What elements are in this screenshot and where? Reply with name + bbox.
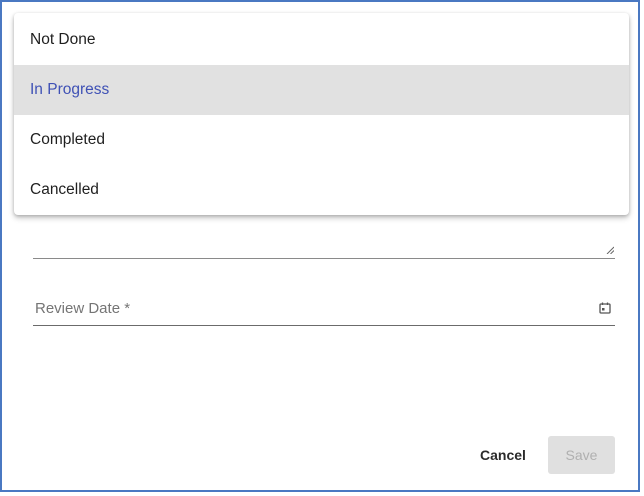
notes-textarea[interactable] [33, 226, 615, 259]
status-dropdown-menu: Not Done In Progress Completed Cancelled [14, 13, 629, 215]
resize-handle-icon[interactable] [606, 246, 614, 254]
menu-item-in-progress[interactable]: In Progress [14, 65, 629, 115]
save-button[interactable]: Save [548, 436, 615, 474]
menu-item-cancelled[interactable]: Cancelled [14, 165, 629, 215]
review-date-label: Review Date * [35, 300, 131, 317]
menu-item-not-done[interactable]: Not Done [14, 15, 629, 65]
cancel-button[interactable]: Cancel [470, 436, 536, 474]
calendar-icon[interactable] [599, 302, 611, 314]
menu-item-completed[interactable]: Completed [14, 115, 629, 165]
review-date-field[interactable]: Review Date * [33, 292, 615, 326]
